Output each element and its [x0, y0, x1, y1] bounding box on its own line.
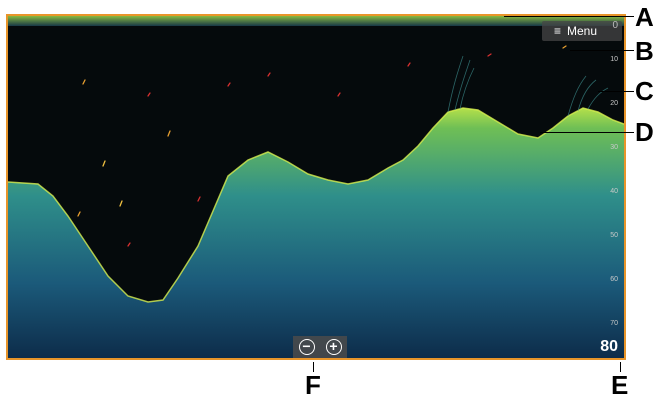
depth-tick-50: 50 — [610, 232, 618, 239]
callout-d: D — [635, 117, 654, 147]
zoom-controls: − + — [293, 336, 347, 358]
callout-line-a — [504, 16, 634, 18]
depth-tick-60: 60 — [610, 276, 618, 283]
callout-b: B — [635, 36, 654, 66]
callout-line-d — [540, 132, 634, 134]
sonar-image — [8, 16, 624, 358]
depth-tick-70: 70 — [610, 320, 618, 327]
callout-line-b — [570, 50, 634, 52]
zoom-in-button[interactable]: + — [325, 339, 342, 355]
depth-tick-40: 40 — [610, 188, 618, 195]
callout-line-c — [598, 91, 634, 93]
zoom-out-button[interactable]: − — [298, 339, 315, 355]
depth-tick-20: 20 — [610, 100, 618, 107]
callout-e: E — [611, 370, 629, 400]
callout-a: A — [635, 2, 654, 32]
depth-tick-0: 0 — [612, 20, 618, 31]
depth-tick-10: 10 — [610, 56, 618, 63]
sonar-screen[interactable]: ≡ Menu 0 10 20 30 40 50 60 70 80 − + — [6, 14, 626, 360]
depth-tick-30: 30 — [610, 144, 618, 151]
depth-range-label: 80 — [600, 338, 618, 355]
callout-f: F — [305, 370, 321, 400]
hamburger-icon: ≡ — [554, 24, 562, 38]
callout-c: C — [635, 76, 654, 106]
menu-label: Menu — [567, 24, 598, 38]
menu-button[interactable]: ≡ Menu — [542, 21, 622, 41]
